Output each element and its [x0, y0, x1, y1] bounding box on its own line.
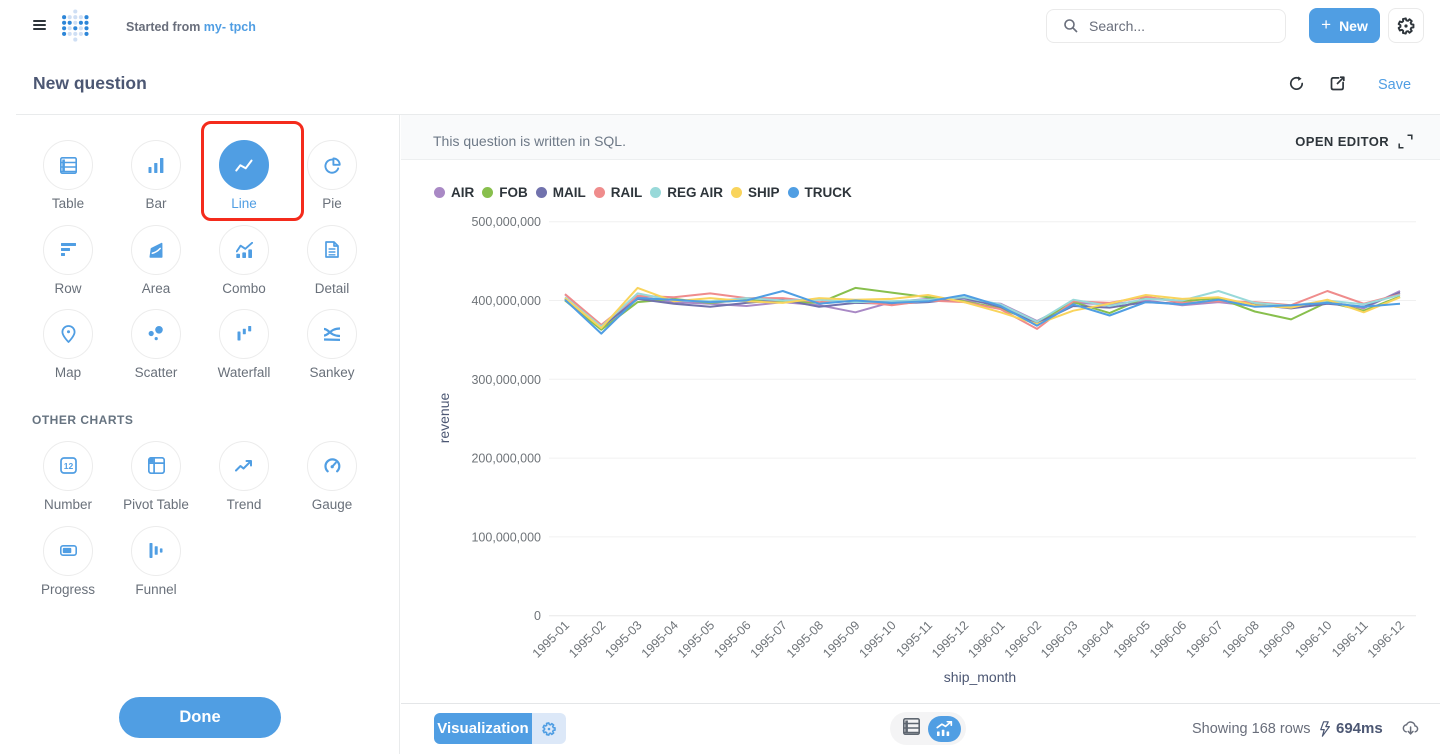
svg-text:1996-09: 1996-09 [1256, 618, 1298, 660]
svg-text:1996-04: 1996-04 [1074, 618, 1116, 660]
svg-text:1995-09: 1995-09 [820, 618, 862, 660]
svg-text:1995-06: 1995-06 [711, 618, 753, 660]
svg-text:1996-11: 1996-11 [1329, 618, 1371, 660]
svg-text:1996-12: 1996-12 [1365, 618, 1407, 660]
svg-text:revenue: revenue [436, 392, 452, 443]
svg-text:0: 0 [534, 609, 541, 623]
svg-text:400,000,000: 400,000,000 [471, 294, 541, 308]
svg-text:1996-03: 1996-03 [1038, 618, 1080, 660]
svg-text:ship_month: ship_month [944, 669, 1016, 685]
svg-text:1996-02: 1996-02 [1002, 618, 1044, 660]
svg-text:1996-08: 1996-08 [1220, 618, 1262, 660]
svg-text:1995-11: 1995-11 [893, 618, 935, 660]
svg-text:1995-02: 1995-02 [566, 618, 608, 660]
svg-text:1996-07: 1996-07 [1183, 618, 1225, 660]
svg-text:200,000,000: 200,000,000 [471, 452, 541, 466]
svg-text:12: 12 [63, 461, 73, 471]
svg-text:1995-03: 1995-03 [602, 618, 644, 660]
svg-text:1996-05: 1996-05 [1111, 618, 1153, 660]
svg-text:1996-06: 1996-06 [1147, 618, 1189, 660]
svg-text:1995-07: 1995-07 [748, 618, 790, 660]
svg-text:1995-01: 1995-01 [530, 618, 572, 660]
svg-text:1996-10: 1996-10 [1292, 618, 1334, 660]
svg-text:100,000,000: 100,000,000 [471, 530, 541, 544]
svg-text:1995-08: 1995-08 [784, 618, 826, 660]
svg-text:1995-12: 1995-12 [929, 618, 971, 660]
svg-text:1995-10: 1995-10 [856, 618, 898, 660]
svg-text:1995-04: 1995-04 [639, 618, 681, 660]
svg-text:1995-05: 1995-05 [675, 618, 717, 660]
svg-text:300,000,000: 300,000,000 [471, 373, 541, 387]
svg-text:1996-01: 1996-01 [965, 618, 1007, 660]
svg-text:500,000,000: 500,000,000 [471, 215, 541, 229]
